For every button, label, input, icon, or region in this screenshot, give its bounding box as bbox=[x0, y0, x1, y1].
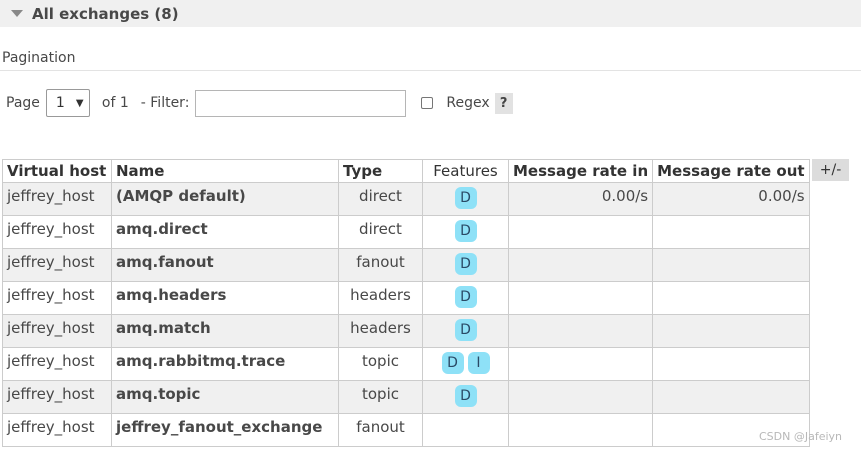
durable-badge: D bbox=[454, 385, 477, 407]
message-rate-out-cell bbox=[652, 380, 810, 414]
regex-label: Regex bbox=[446, 95, 490, 111]
message-rate-in-cell bbox=[507, 281, 654, 315]
message-rate-in-cell bbox=[507, 248, 654, 282]
page-select-value: 1 bbox=[55, 95, 65, 111]
message-rate-in-cell bbox=[507, 380, 654, 414]
column-header-message-rate-out: Message rate out bbox=[652, 159, 810, 183]
pagination-heading: Pagination bbox=[2, 50, 76, 66]
page-select[interactable]: 1 ▼ bbox=[45, 89, 90, 117]
internal-badge: I bbox=[467, 352, 490, 374]
exchange-name-link[interactable]: (AMQP default) bbox=[111, 182, 339, 216]
message-rate-in-cell: 0.00/s bbox=[507, 182, 654, 216]
durable-badge: D bbox=[454, 187, 477, 209]
column-header-virtual-host[interactable]: Virtual host bbox=[2, 159, 112, 183]
table-row[interactable]: jeffrey_host amq.rabbitmq.trace topic D I bbox=[2, 347, 810, 381]
column-header-name[interactable]: Name bbox=[111, 159, 339, 183]
column-header-message-rate-in: Message rate in bbox=[507, 159, 654, 183]
table-row[interactable]: jeffrey_host jeffrey_fanout_exchange fanou… bbox=[2, 413, 810, 447]
divider bbox=[0, 70, 861, 71]
durable-badge: D bbox=[454, 286, 477, 308]
column-header-features: Features bbox=[422, 159, 509, 183]
features-cell: D bbox=[422, 248, 509, 282]
message-rate-in-cell bbox=[507, 413, 654, 447]
pagination-controls: Page 1 ▼ of 1 - Filter: Regex ? bbox=[6, 89, 513, 117]
vhost-cell: jeffrey_host bbox=[2, 215, 112, 249]
regex-help-button[interactable]: ? bbox=[494, 92, 513, 114]
table-row[interactable]: jeffrey_host amq.fanout fanout D bbox=[2, 248, 810, 282]
exchange-name-link[interactable]: amq.headers bbox=[111, 281, 339, 315]
type-cell: direct bbox=[338, 215, 423, 249]
section-header[interactable]: All exchanges (8) bbox=[0, 0, 861, 27]
vhost-cell: jeffrey_host bbox=[2, 281, 112, 315]
message-rate-out-cell bbox=[652, 281, 810, 315]
message-rate-out-cell bbox=[652, 314, 810, 348]
features-cell: DI bbox=[422, 347, 509, 381]
column-header-type[interactable]: Type bbox=[338, 159, 423, 183]
features-cell: D bbox=[422, 314, 509, 348]
exchange-name-link[interactable]: amq.topic bbox=[111, 380, 339, 414]
message-rate-in-cell bbox=[507, 347, 654, 381]
table-row[interactable]: jeffrey_host amq.match headers D bbox=[2, 314, 810, 348]
message-rate-in-cell bbox=[507, 215, 654, 249]
message-rate-out-cell bbox=[652, 248, 810, 282]
vhost-cell: jeffrey_host bbox=[2, 182, 112, 216]
vhost-cell: jeffrey_host bbox=[2, 314, 112, 348]
type-cell: topic bbox=[338, 347, 423, 381]
table-row[interactable]: jeffrey_host amq.topic topic D bbox=[2, 380, 810, 414]
message-rate-in-cell bbox=[507, 314, 654, 348]
type-cell: headers bbox=[338, 281, 423, 315]
features-cell: D bbox=[422, 215, 509, 249]
section-title: All exchanges (8) bbox=[32, 4, 179, 23]
exchange-name-link[interactable]: amq.match bbox=[111, 314, 339, 348]
page-count: of 1 bbox=[101, 95, 129, 111]
vhost-cell: jeffrey_host bbox=[2, 380, 112, 414]
durable-badge: D bbox=[454, 253, 477, 275]
exchange-name-link[interactable]: amq.direct bbox=[111, 215, 339, 249]
table-header-row: Virtual host Name Type Features Message … bbox=[2, 159, 810, 183]
table-row[interactable]: jeffrey_host amq.direct direct D bbox=[2, 215, 810, 249]
message-rate-out-cell bbox=[652, 347, 810, 381]
features-cell: D bbox=[422, 281, 509, 315]
page-label: Page bbox=[6, 95, 40, 111]
watermark: CSDN @Jafeiyn bbox=[759, 430, 843, 443]
table-row[interactable]: jeffrey_host amq.headers headers D bbox=[2, 281, 810, 315]
type-cell: headers bbox=[338, 314, 423, 348]
durable-badge: D bbox=[454, 319, 477, 341]
columns-toggle-button[interactable]: +/- bbox=[812, 159, 849, 181]
vhost-cell: jeffrey_host bbox=[2, 413, 112, 447]
features-cell: D bbox=[422, 182, 509, 216]
durable-badge: D bbox=[454, 220, 477, 242]
exchange-name-link[interactable]: amq.fanout bbox=[111, 248, 339, 282]
exchanges-table: Virtual host Name Type Features Message … bbox=[2, 159, 810, 447]
filter-label: - Filter: bbox=[140, 95, 190, 111]
type-cell: fanout bbox=[338, 413, 423, 447]
exchange-name-link[interactable]: jeffrey_fanout_exchange bbox=[111, 413, 339, 447]
vhost-cell: jeffrey_host bbox=[2, 248, 112, 282]
features-cell: D bbox=[422, 380, 509, 414]
durable-badge: D bbox=[441, 352, 464, 374]
exchange-name-link[interactable]: amq.rabbitmq.trace bbox=[111, 347, 339, 381]
message-rate-out-cell: 0.00/s bbox=[652, 182, 810, 216]
table-row[interactable]: jeffrey_host (AMQP default) direct D 0.00/s 0… bbox=[2, 182, 810, 216]
chevron-down-icon: ▼ bbox=[75, 97, 84, 109]
regex-checkbox[interactable] bbox=[421, 97, 434, 109]
type-cell: fanout bbox=[338, 248, 423, 282]
vhost-cell: jeffrey_host bbox=[2, 347, 112, 381]
filter-input[interactable] bbox=[195, 89, 407, 117]
collapse-triangle-icon[interactable] bbox=[11, 10, 23, 17]
type-cell: direct bbox=[338, 182, 423, 216]
type-cell: topic bbox=[338, 380, 423, 414]
features-cell bbox=[422, 413, 509, 447]
message-rate-out-cell bbox=[652, 215, 810, 249]
